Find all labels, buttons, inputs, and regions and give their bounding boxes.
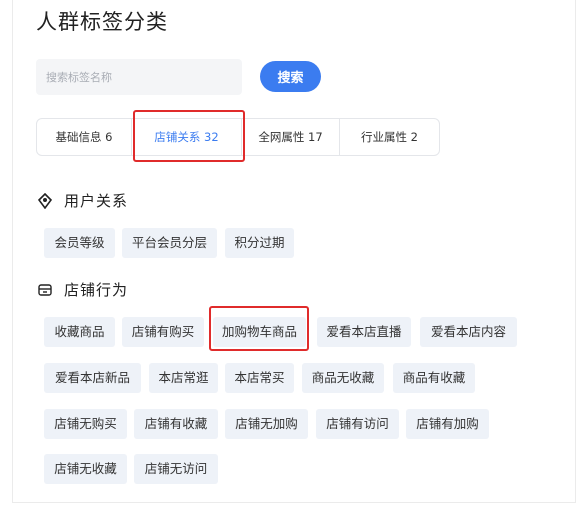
tag-chip[interactable]: 店铺有加购 [406,409,489,439]
tab-basic-info[interactable]: 基础信息 6 [37,119,132,155]
tag-chip[interactable]: 加购物车商品 [213,317,306,347]
search-input[interactable] [36,59,242,95]
section-store-behavior: 店铺行为 [36,279,128,300]
tag-chip[interactable]: 爱看本店直播 [317,317,411,347]
tag-chip[interactable]: 店铺无加购 [225,409,308,439]
tag-chip[interactable]: 本店常逛 [149,363,218,393]
tag-chip[interactable]: 商品无收藏 [302,363,384,393]
tag-chip[interactable]: 商品有收藏 [393,363,475,393]
tag-chip[interactable]: 店铺有收藏 [134,409,218,439]
tag-chip[interactable]: 店铺无访问 [134,454,218,484]
tag-chip[interactable]: 店铺有购买 [122,317,204,347]
tab-industry-attributes[interactable]: 行业属性 2 [340,119,439,155]
tag-chip[interactable]: 本店常买 [225,363,294,393]
section-label: 用户关系 [64,192,129,210]
tag-chip[interactable]: 店铺无购买 [44,409,127,439]
section-label: 店铺行为 [64,281,129,299]
tag-chip[interactable]: 平台会员分层 [122,228,217,258]
tag-chip[interactable]: 店铺无收藏 [44,454,127,484]
tag-chip[interactable]: 会员等级 [44,228,115,258]
store-icon [36,281,54,299]
search-button[interactable]: 搜索 [260,61,321,92]
tag-chip[interactable]: 积分过期 [225,228,294,258]
tab-network-attributes[interactable]: 全网属性 17 [242,119,340,155]
tag-chip[interactable]: 爱看本店新品 [44,363,141,393]
tab-store-relation[interactable]: 店铺关系 32 [132,119,242,155]
diamond-user-icon [36,192,54,210]
category-tabs: 基础信息 6 店铺关系 32 全网属性 17 行业属性 2 [36,118,440,156]
page-title: 人群标签分类 [36,10,168,34]
tag-chip[interactable]: 店铺有访问 [316,409,399,439]
section-user-relation: 用户关系 [36,190,128,211]
tag-chip[interactable]: 爱看本店内容 [420,317,517,347]
tag-chip[interactable]: 收藏商品 [44,317,115,347]
